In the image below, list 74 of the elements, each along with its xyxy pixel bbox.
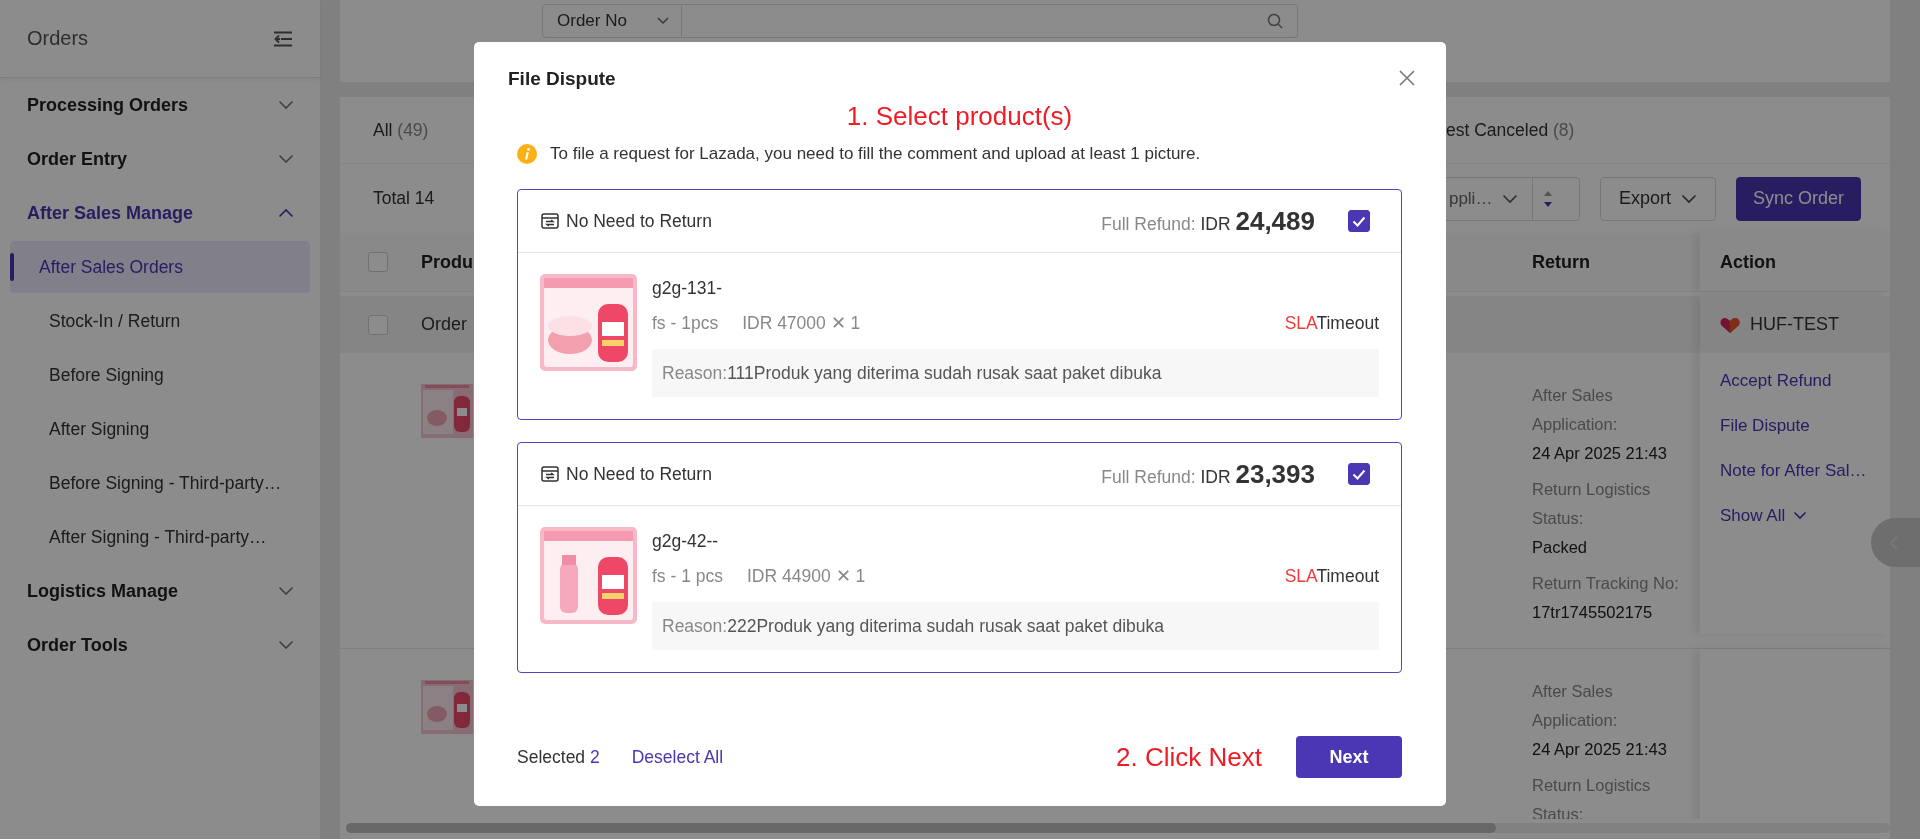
product-sku: g2g-42-- [652, 530, 720, 553]
caret-icon [1680, 193, 1697, 204]
return-box-icon [541, 465, 559, 483]
sla-status: SLATimeout [1284, 312, 1379, 335]
menu-group[interactable]: Order Entry [0, 132, 320, 186]
sla-status: SLATimeout [1284, 565, 1379, 588]
field-label: After Sales Application: [1532, 681, 1619, 731]
column-header: Produ [421, 251, 474, 273]
close-icon[interactable] [1398, 69, 1416, 87]
export-button[interactable]: Export [1599, 176, 1716, 221]
show-all-link[interactable]: Show All [1720, 501, 1808, 530]
info-icon [517, 144, 537, 164]
field-value: 17tr1745502175 [1532, 602, 1654, 623]
field-value: 24 Apr 2025 21:43 [1532, 739, 1668, 760]
order-label: Order [421, 314, 467, 334]
field-select[interactable]: Order No [542, 4, 682, 38]
checkbox[interactable] [1348, 463, 1370, 485]
unit-price: IDR 47000 ✕ 1 [742, 312, 861, 335]
status-tab[interactable]: All (49) [373, 119, 429, 141]
chevron-icon [1793, 511, 1808, 520]
menu-item[interactable]: Stock-In / Return [10, 294, 310, 348]
action-link[interactable]: Accept Refund [1720, 366, 1832, 395]
variant: fs - 1pcs [652, 312, 719, 335]
deselect-all-link[interactable]: Deselect All [631, 746, 724, 768]
search-field[interactable] [682, 4, 1298, 38]
menu-group[interactable]: Order Tools [0, 618, 320, 672]
field-label: After Sales Application: [1532, 385, 1619, 435]
notice-text: To file a request for Lazada, you need to fill the comment and upload at least 1 picture. [550, 143, 1201, 165]
field-label: Return Tracking No: [1532, 573, 1680, 594]
caret-icon [1502, 193, 1519, 204]
search-icon [1267, 13, 1283, 29]
menu-group[interactable]: Logistics Manage [0, 564, 320, 618]
refund-amount: Full Refund: IDR 23,393 [1101, 458, 1315, 490]
reason-text: Reason:111Produk yang diterima sudah rusak saat paket dibuka [652, 349, 1379, 397]
total-count: Total 14 [373, 188, 435, 209]
menu-item[interactable]: After Signing [10, 402, 310, 456]
heart-icon [1720, 315, 1740, 334]
selected-count: Selected 2 [517, 746, 600, 768]
field-label: Return Logistics Status: [1532, 479, 1652, 529]
dialog-title: File Dispute [508, 67, 617, 91]
unit-price: IDR 44900 ✕ 1 [747, 565, 866, 588]
return-type: No Need to Return [566, 463, 712, 485]
field-value: 24 Apr 2025 21:43 [1532, 443, 1668, 464]
column-header: Action [1700, 233, 1890, 291]
action-link[interactable]: Note for After Sal… [1720, 456, 1867, 485]
check-icon [1352, 468, 1366, 480]
sync-order-button[interactable]: Sync Order [1735, 176, 1861, 221]
menu-group[interactable]: After Sales Manage [0, 186, 320, 240]
sidebar-title: Orders [27, 27, 89, 50]
collapse-menu-icon[interactable] [273, 30, 293, 47]
product-sku: g2g-131- [652, 277, 724, 300]
checkbox[interactable] [1348, 210, 1370, 232]
annotation: 2. Click Next [1116, 741, 1262, 773]
return-type: No Need to Return [566, 210, 712, 232]
scrollbar[interactable] [346, 823, 1890, 833]
return-box-icon [541, 212, 559, 230]
store-name: HUF-TEST [1750, 314, 1839, 335]
status-tab[interactable]: est Canceled (8) [1446, 119, 1575, 141]
menu-group[interactable]: Processing Orders [0, 78, 320, 132]
action-link[interactable]: File Dispute [1720, 411, 1810, 440]
menu-item[interactable]: Before Signing - Third-party… [10, 456, 310, 510]
reason-text: Reason:222Produk yang diterima sudah rusak saat paket dibuka [652, 602, 1379, 650]
menu-item[interactable]: Before Signing [10, 348, 310, 402]
column-header: Return [1532, 251, 1591, 273]
next-button[interactable]: Next [1296, 736, 1402, 778]
menu-item[interactable]: After Sales Orders [10, 241, 310, 293]
caret-icon [657, 17, 669, 25]
refund-amount: Full Refund: IDR 24,489 [1101, 205, 1315, 237]
field-value: Packed [1532, 537, 1589, 558]
menu-item[interactable]: After Signing - Third-party… [10, 510, 310, 564]
check-icon [1352, 215, 1366, 227]
sort-icon[interactable] [1543, 189, 1554, 208]
annotation: 1. Select product(s) [846, 101, 1073, 131]
variant: fs - 1 pcs [652, 565, 723, 588]
